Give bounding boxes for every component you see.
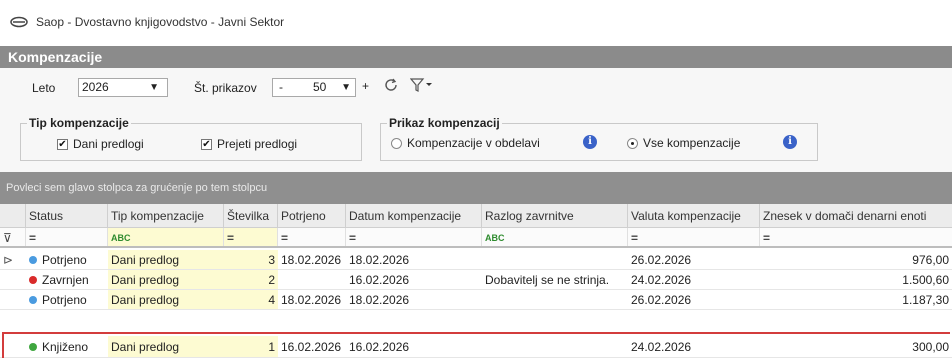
filter-valuta[interactable]: = — [628, 228, 760, 246]
toolbar: Leto 2026 ▼ Št. prikazov - 50 ▼ + — [0, 68, 952, 106]
row-indicator — [0, 270, 26, 289]
count-plus-button[interactable]: + — [362, 79, 369, 93]
filter-datum[interactable]: = — [346, 228, 482, 246]
status-cell: Zavrnjen — [26, 270, 108, 289]
filter-status[interactable]: = — [26, 228, 108, 246]
status-dot-icon — [29, 276, 37, 284]
dani-predlogi-checkbox[interactable]: ✔ — [57, 139, 68, 150]
prejeti-predlogi-label: Prejeti predlogi — [217, 137, 298, 151]
row-indicator — [0, 290, 26, 309]
count-minus-button[interactable]: - — [279, 79, 283, 96]
refresh-icon[interactable] — [383, 77, 399, 93]
razlog-cell: Dobavitelj se ne strinja. — [485, 273, 610, 287]
status-cell: Potrjeno — [26, 250, 108, 269]
razlog-cell — [482, 290, 628, 309]
row-indicator-header — [0, 204, 26, 227]
vse-kompenzacije-radio[interactable] — [627, 138, 638, 149]
window-title: Saop - Dvostavno knjigovodstvo - Javni S… — [36, 15, 285, 29]
status-cell: Potrjeno — [26, 290, 108, 309]
tip-cell: Dani predlog — [108, 250, 224, 269]
tip-cell: Dani predlog — [108, 290, 224, 309]
chevron-down-icon[interactable]: ▼ — [341, 79, 351, 96]
kompenzacije-grid: Status Tip kompenzacije Številka Potrjen… — [0, 204, 952, 358]
column-header-stevilka[interactable]: Številka — [224, 204, 278, 227]
prejeti-predlogi-checkbox[interactable]: ✔ — [201, 139, 212, 150]
prikaz-kompenzacij-title: Prikaz kompenzacij — [387, 116, 502, 130]
column-header-datum[interactable]: Datum kompenzacije — [346, 204, 482, 227]
table-row[interactable]: ⊳ Potrjeno Dani predlog 3 18.02.2026 18.… — [0, 250, 952, 270]
stevilka-cell: 4 — [224, 290, 278, 309]
tip-cell: Dani predlog — [108, 270, 224, 289]
status-dot-icon — [29, 256, 37, 264]
table-row[interactable]: Potrjeno Dani predlog 4 18.02.2026 18.02… — [0, 290, 952, 310]
kompenzacije-v-obdelavi-label: Kompenzacije v obdelavi — [407, 136, 540, 150]
year-value: 2026 — [82, 80, 109, 94]
potrjeno-cell — [278, 270, 346, 289]
prikaz-kompenzacij-group: Prikaz kompenzacij Kompenzacije v obdela… — [380, 116, 818, 161]
filter-row-icon: ⊽ — [0, 228, 26, 246]
current-row-indicator-icon: ⊳ — [3, 253, 14, 267]
datum-cell: 16.02.2026 — [349, 273, 410, 287]
stevilka-cell: 2 — [224, 270, 278, 289]
znesek-cell: 1.500,60 — [902, 273, 949, 287]
grid-filter-row: ⊽ = ABC = = = ABC = = — [0, 228, 952, 248]
filter-tip[interactable]: ABC — [108, 228, 224, 246]
valuta-cell: 24.02.2026 — [631, 273, 692, 287]
znesek-cell: 1.187,30 — [902, 293, 949, 307]
column-header-status[interactable]: Status — [26, 204, 108, 227]
potrjeno-cell: 18.02.2026 — [281, 253, 342, 267]
filter-znesek[interactable]: = — [760, 228, 952, 246]
dani-predlogi-label: Dani predlogi — [73, 137, 144, 151]
count-value: 50 — [313, 80, 327, 94]
stevilka-cell: 3 — [224, 250, 278, 269]
vse-kompenzacije-label: Vse kompenzacije — [643, 136, 741, 150]
saop-logo-icon — [10, 16, 28, 28]
tip-kompenzacije-title: Tip kompenzacije — [27, 116, 131, 130]
status-dot-icon — [29, 296, 37, 304]
column-header-potrjeno[interactable]: Potrjeno — [278, 204, 346, 227]
datum-cell: 18.02.2026 — [349, 293, 410, 307]
info-icon[interactable]: i — [783, 135, 797, 149]
razlog-cell — [482, 250, 628, 269]
window-titlebar: Saop - Dvostavno knjigovodstvo - Javni S… — [0, 0, 952, 44]
table-row[interactable]: Zavrnjen Dani predlog 2 16.02.2026 Dobav… — [0, 270, 952, 290]
info-icon[interactable]: i — [583, 135, 597, 149]
tip-kompenzacije-group: Tip kompenzacije ✔ Dani predlogi ✔ Preje… — [20, 116, 362, 161]
group-by-area[interactable]: Povleci sem glavo stolpca za grućenje po… — [0, 172, 952, 204]
year-label: Leto — [32, 81, 56, 95]
grid-header-row: Status Tip kompenzacije Številka Potrjen… — [0, 204, 952, 228]
potrjeno-cell: 18.02.2026 — [281, 293, 342, 307]
filter-potrjeno[interactable]: = — [278, 228, 346, 246]
count-label: Št. prikazov — [194, 81, 257, 95]
column-header-znesek[interactable]: Znesek v domači denarni enoti — [760, 204, 952, 227]
filter-stevilka[interactable]: = — [224, 228, 278, 246]
kompenzacije-v-obdelavi-radio[interactable] — [391, 138, 402, 149]
valuta-cell: 26.02.2026 — [631, 293, 692, 307]
filter-icon[interactable] — [410, 77, 434, 93]
count-stepper[interactable]: - 50 ▼ — [272, 78, 356, 97]
year-select[interactable]: 2026 ▼ — [78, 78, 168, 97]
datum-cell: 18.02.2026 — [349, 253, 410, 267]
znesek-cell: 976,00 — [912, 253, 949, 267]
filter-razlog[interactable]: ABC — [482, 228, 628, 246]
row-highlight-frame — [2, 332, 950, 358]
panel-title: Kompenzacije — [0, 46, 952, 68]
column-header-tip[interactable]: Tip kompenzacije — [108, 204, 224, 227]
column-header-razlog[interactable]: Razlog zavrnitve — [482, 204, 628, 227]
column-header-valuta[interactable]: Valuta kompenzacije — [628, 204, 760, 227]
chevron-down-icon[interactable]: ▼ — [149, 79, 159, 96]
valuta-cell: 26.02.2026 — [631, 253, 692, 267]
